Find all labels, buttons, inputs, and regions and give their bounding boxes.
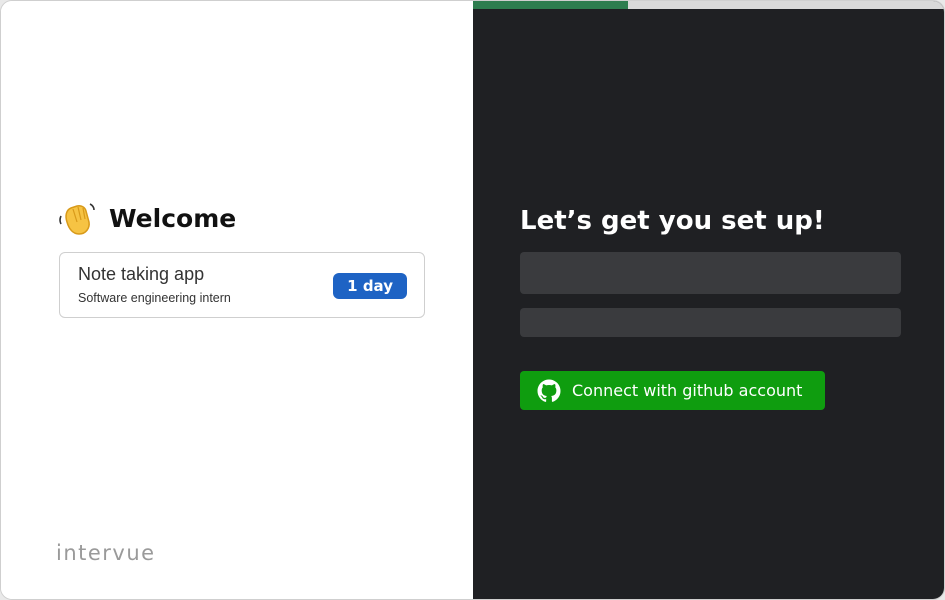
- progress-bar: [473, 1, 944, 9]
- app-window: Welcome Note taking app Software enginee…: [0, 0, 945, 600]
- progress-fill: [473, 1, 629, 9]
- duration-badge: 1 day: [333, 273, 407, 299]
- left-panel: Welcome Note taking app Software enginee…: [1, 1, 473, 599]
- job-title: Note taking app: [78, 264, 205, 284]
- github-button-label: Connect with github account: [572, 381, 803, 400]
- intervue-logo: intervue: [56, 540, 176, 572]
- logo-text: intervue: [56, 541, 156, 565]
- setup-field-1[interactable]: [520, 252, 901, 294]
- welcome-heading: Welcome: [57, 198, 236, 238]
- setup-title: Let’s get you set up!: [520, 206, 825, 236]
- job-card[interactable]: Note taking app Software engineering int…: [59, 252, 425, 318]
- setup-field-2[interactable]: [520, 308, 901, 337]
- waving-hand-icon: [57, 198, 97, 238]
- right-panel: Let’s get you set up! Connect with githu…: [473, 1, 944, 599]
- job-subtitle: Software engineering intern: [78, 291, 231, 305]
- welcome-title: Welcome: [109, 203, 237, 233]
- connect-github-button[interactable]: Connect with github account: [520, 371, 825, 410]
- github-icon: [537, 379, 561, 403]
